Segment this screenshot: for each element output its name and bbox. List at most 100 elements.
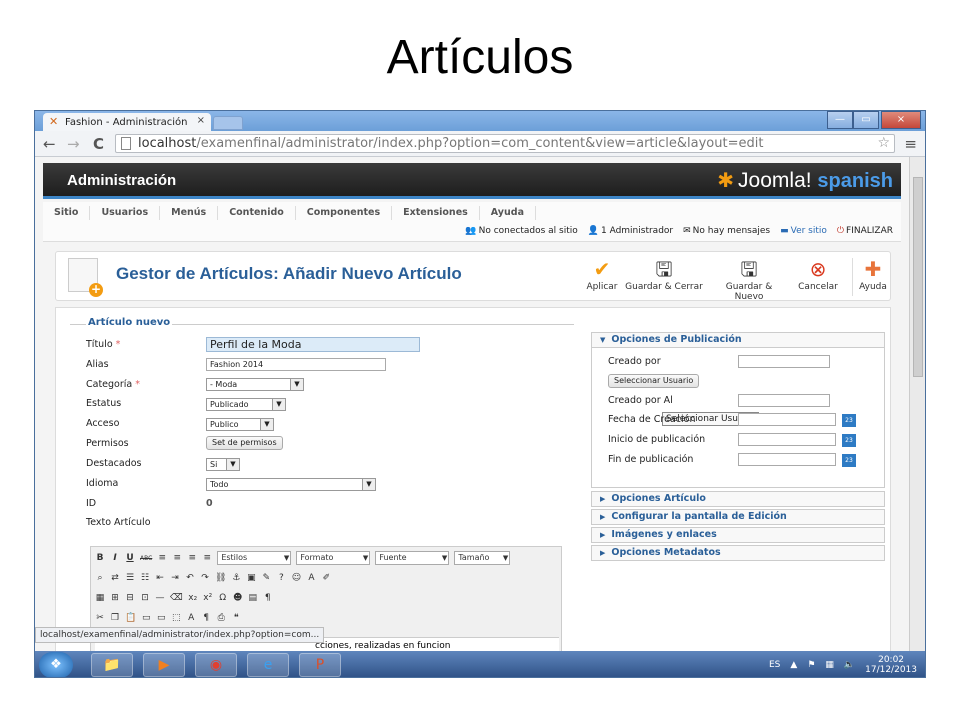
minimize-button[interactable]: — bbox=[827, 111, 853, 129]
title-input[interactable]: Perfil de la Moda bbox=[206, 337, 420, 352]
text-color-icon[interactable]: A bbox=[306, 573, 316, 583]
superscript-icon[interactable]: x² bbox=[203, 593, 213, 603]
quote-icon[interactable]: ❝ bbox=[231, 613, 241, 623]
link-icon[interactable]: ⛓ bbox=[215, 573, 226, 583]
table-icon[interactable]: ▦ bbox=[95, 593, 105, 603]
save-new-button[interactable]: 🖫 Guardar & Nuevo bbox=[710, 256, 788, 302]
apply-button[interactable]: ✔ Aplicar bbox=[582, 256, 622, 292]
browser-menu-icon[interactable]: ≡ bbox=[904, 135, 917, 153]
align-center-icon[interactable]: ≡ bbox=[172, 553, 182, 563]
bullet-list-icon[interactable]: ☰ bbox=[125, 573, 135, 583]
smiley-icon[interactable]: ☻ bbox=[233, 593, 243, 603]
address-bar[interactable]: localhost/examenfinal/administrator/inde… bbox=[115, 134, 895, 153]
omega-icon[interactable]: Ω bbox=[218, 593, 228, 603]
logout-link[interactable]: ⏻ FINALIZAR bbox=[837, 226, 893, 236]
maximize-button[interactable]: ▭ bbox=[853, 111, 879, 129]
created-by-input[interactable] bbox=[738, 355, 830, 368]
start-button[interactable]: ❖ bbox=[39, 652, 73, 677]
help-button[interactable]: ✚ Ayuda bbox=[856, 256, 890, 292]
numbered-list-icon[interactable]: ☷ bbox=[140, 573, 150, 583]
replace-icon[interactable]: ⇄ bbox=[110, 573, 120, 583]
explorer-task-icon[interactable]: 📁 bbox=[91, 653, 133, 677]
state-select[interactable]: Publicado ▼ bbox=[206, 398, 286, 411]
copy-icon[interactable]: ❐ bbox=[110, 613, 120, 623]
network-icon[interactable]: ▦ bbox=[825, 660, 834, 670]
align-right-icon[interactable]: ≡ bbox=[187, 553, 197, 563]
browser-tab[interactable]: ✕ Fashion - Administración × bbox=[43, 113, 211, 131]
anchor-icon[interactable]: ⚓ bbox=[231, 573, 241, 583]
powerpoint-task-icon[interactable]: P bbox=[299, 653, 341, 677]
format-select[interactable]: Formato ▼ bbox=[296, 551, 371, 565]
cancel-button[interactable]: ⊗ Cancelar bbox=[796, 256, 840, 292]
menu-contenido[interactable]: Contenido bbox=[218, 206, 296, 220]
help-icon[interactable]: ? bbox=[276, 573, 286, 583]
menu-usuarios[interactable]: Usuarios bbox=[90, 206, 161, 220]
remove-format-icon[interactable]: ⌫ bbox=[170, 593, 183, 603]
alias-input[interactable]: Fashion 2014 bbox=[206, 358, 386, 371]
panel-images-links[interactable]: ▶ Imágenes y enlaces bbox=[591, 527, 885, 543]
panel-metadata[interactable]: ▶ Opciones Metadatos bbox=[591, 545, 885, 561]
find-icon[interactable]: ⌕ bbox=[95, 573, 105, 583]
menu-sitio[interactable]: Sitio bbox=[43, 206, 91, 220]
select-user-button[interactable]: Seleccionar Usuario bbox=[608, 374, 700, 388]
pilcrow-icon[interactable]: ¶ bbox=[201, 613, 211, 623]
category-select[interactable]: - Moda ▼ bbox=[206, 378, 304, 391]
table-row-icon[interactable]: ⊞ bbox=[110, 593, 120, 603]
align-left-icon[interactable]: ≡ bbox=[157, 553, 167, 563]
reload-icon[interactable]: C bbox=[93, 135, 104, 153]
volume-icon[interactable]: 🔈 bbox=[844, 660, 855, 670]
subscript-icon[interactable]: x₂ bbox=[188, 593, 198, 603]
calendar-icon[interactable]: 23 bbox=[842, 434, 856, 447]
view-site-link[interactable]: ▬ Ver sitio bbox=[780, 226, 827, 236]
save-close-button[interactable]: 🖫 Guardar & Cerrar bbox=[624, 256, 704, 292]
calendar-icon[interactable]: 23 bbox=[842, 454, 856, 467]
image-icon[interactable]: ▣ bbox=[246, 573, 256, 583]
undo-icon[interactable]: ↶ bbox=[185, 573, 195, 583]
menu-menus[interactable]: Menús bbox=[160, 206, 219, 220]
font-color-icon[interactable]: A bbox=[186, 613, 196, 623]
merge-cells-icon[interactable]: ⊡ bbox=[140, 593, 150, 603]
tab-close-icon[interactable]: × bbox=[197, 115, 205, 126]
paste-icon[interactable]: 📋 bbox=[125, 613, 136, 623]
redo-icon[interactable]: ↷ bbox=[200, 573, 210, 583]
media-player-task-icon[interactable]: ▶ bbox=[143, 653, 185, 677]
table-col-icon[interactable]: ⊟ bbox=[125, 593, 135, 603]
media-icon[interactable]: ▤ bbox=[248, 593, 258, 603]
ltr-icon[interactable]: ¶ bbox=[263, 593, 273, 603]
featured-select[interactable]: Si ▼ bbox=[206, 458, 240, 471]
menu-componentes[interactable]: Componentes bbox=[296, 206, 393, 220]
tray-arrow-icon[interactable]: ▲ bbox=[790, 660, 797, 670]
select-all-icon[interactable]: ⬚ bbox=[171, 613, 181, 623]
access-select[interactable]: Publico ▼ bbox=[206, 418, 274, 431]
chrome-task-icon[interactable]: ◉ bbox=[195, 653, 237, 677]
styles-select[interactable]: Estilos ▼ bbox=[217, 551, 292, 565]
publish-down-input[interactable] bbox=[738, 453, 836, 466]
paste-text-icon[interactable]: ▭ bbox=[141, 613, 151, 623]
forward-arrow-icon[interactable]: → bbox=[67, 135, 80, 153]
align-justify-icon[interactable]: ≡ bbox=[202, 553, 212, 563]
close-window-button[interactable]: × bbox=[881, 111, 921, 129]
panel-article-options[interactable]: ▶ Opciones Artículo bbox=[591, 491, 885, 507]
ie-task-icon[interactable]: e bbox=[247, 653, 289, 677]
underline-icon[interactable]: U bbox=[125, 553, 135, 563]
bold-icon[interactable]: B bbox=[95, 553, 105, 563]
horizontal-rule-icon[interactable]: — bbox=[155, 593, 165, 603]
clock[interactable]: 20:02 17/12/2013 bbox=[865, 655, 917, 675]
publishing-options-header[interactable]: ▼ Opciones de Publicación bbox=[591, 332, 885, 348]
cleanup-icon[interactable]: ✎ bbox=[261, 573, 271, 583]
paste-word-icon[interactable]: ▭ bbox=[156, 613, 166, 623]
emoticon-icon[interactable]: ☺ bbox=[291, 573, 301, 583]
created-date-input[interactable] bbox=[738, 413, 836, 426]
strikethrough-icon[interactable]: ABC bbox=[140, 555, 152, 562]
created-by-alias-input[interactable] bbox=[738, 394, 830, 407]
menu-extensiones[interactable]: Extensiones bbox=[392, 206, 480, 220]
vertical-scrollbar[interactable] bbox=[909, 157, 925, 651]
language-select[interactable]: Todo ▼ bbox=[206, 478, 376, 491]
back-arrow-icon[interactable]: ← bbox=[43, 135, 56, 153]
cut-icon[interactable]: ✂ bbox=[95, 613, 105, 623]
size-select[interactable]: Tamaño ▼ bbox=[454, 551, 511, 565]
italic-icon[interactable]: I bbox=[110, 553, 120, 563]
font-select[interactable]: Fuente ▼ bbox=[375, 551, 450, 565]
outdent-icon[interactable]: ⇤ bbox=[155, 573, 165, 583]
calendar-icon[interactable]: 23 bbox=[842, 414, 856, 427]
